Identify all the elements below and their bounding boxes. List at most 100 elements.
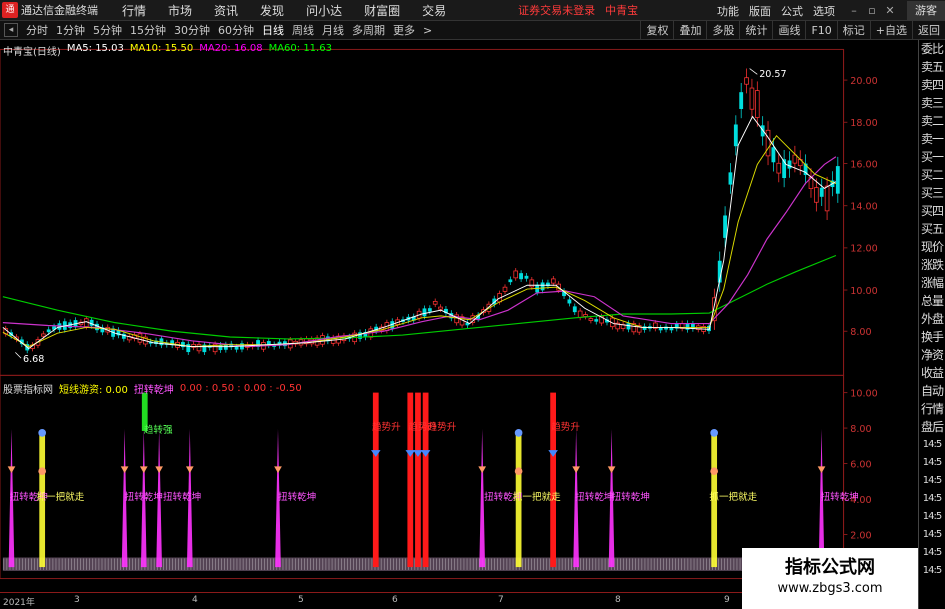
side-panel-item[interactable]: 行情: [919, 400, 945, 418]
back-button[interactable]: 返回: [912, 21, 945, 40]
price-tick-label: 16.00: [850, 159, 877, 170]
trade-time: 14:5: [922, 475, 942, 486]
side-panel-item[interactable]: 换手: [919, 328, 945, 346]
side-panel-item[interactable]: 盘后: [919, 418, 945, 436]
candle: [154, 337, 158, 347]
overlay-button[interactable]: 叠加: [673, 21, 706, 40]
side-panel-item[interactable]: 买四: [919, 202, 945, 220]
side-panel-item[interactable]: 买五: [919, 220, 945, 238]
menu-ask[interactable]: 问小达: [306, 2, 342, 19]
adjust-button[interactable]: 复权: [640, 21, 673, 40]
candle: [116, 327, 121, 339]
chart-canvas[interactable]: 20.00 18.00 16.00 14.00 12.00 10.00 8.00 10.00…: [0, 40, 880, 588]
ma-legend: 中青宝(日线) MA5: 15.03 MA10: 15.50 MA20: 16.…: [3, 43, 332, 58]
guest-button[interactable]: 游客: [907, 1, 945, 20]
f10-button[interactable]: F10: [805, 21, 836, 40]
candle: [808, 168, 814, 198]
menu-market[interactable]: 市场: [168, 2, 192, 19]
candle: [664, 323, 668, 333]
side-panel-item[interactable]: 卖五: [919, 58, 945, 76]
candle: [594, 316, 599, 325]
candle: [363, 329, 368, 341]
chevron-right-icon[interactable]: >: [423, 24, 432, 37]
candle: [744, 68, 749, 94]
ma60-line: [2, 254, 837, 340]
side-panel-item[interactable]: 收益: [919, 364, 945, 382]
nav-left-icon[interactable]: ◂: [4, 23, 18, 37]
tf-30min[interactable]: 30分钟: [174, 22, 210, 38]
grab-dot-icon: [710, 467, 718, 476]
signal-label: 扭转乾坤: [575, 491, 613, 503]
menu-layout[interactable]: 版面: [749, 3, 771, 19]
menu-options[interactable]: 选项: [813, 3, 835, 19]
add-watchlist-button[interactable]: +自选: [869, 21, 912, 40]
ma20-legend: MA20: 16.08: [199, 43, 263, 54]
restore-icon[interactable]: ▫: [863, 3, 881, 19]
twist-marker-icon: [139, 466, 148, 474]
candle: [502, 284, 508, 295]
candle: [615, 320, 621, 332]
minimize-icon[interactable]: –: [845, 3, 863, 19]
price-panel-border: [0, 48, 845, 376]
login-warning[interactable]: 证券交易未登录: [518, 2, 595, 18]
candle: [411, 313, 416, 324]
tf-timeshare[interactable]: 分时: [26, 22, 48, 38]
side-panel-item[interactable]: 自动: [919, 382, 945, 400]
menu-formula[interactable]: 公式: [781, 3, 803, 19]
trade-time: 14:5: [922, 493, 942, 504]
menu-news[interactable]: 资讯: [214, 2, 238, 19]
close-icon[interactable]: ✕: [881, 3, 899, 19]
side-panel-item[interactable]: 卖三: [919, 94, 945, 112]
side-panel-item[interactable]: 买二: [919, 166, 945, 184]
side-panel-item[interactable]: 委比: [919, 40, 945, 58]
trade-time: 14:5: [922, 457, 942, 468]
title-bar: 通 通达信金融终端 行情 市场 资讯 发现 问小达 财富圈 交易 证券交易未登录…: [0, 0, 945, 21]
menu-discover[interactable]: 发现: [260, 2, 284, 19]
stats-button[interactable]: 统计: [739, 21, 772, 40]
menu-trade[interactable]: 交易: [422, 2, 446, 19]
x-label: 4: [192, 595, 198, 605]
tf-1min[interactable]: 1分钟: [56, 22, 85, 38]
side-panel-item[interactable]: 买一: [919, 148, 945, 166]
candle: [551, 276, 556, 287]
signal-label: 趋转强: [144, 424, 173, 436]
side-panel-item[interactable]: 净资: [919, 346, 945, 364]
candle: [803, 154, 808, 185]
side-panel-item[interactable]: 外盘: [919, 310, 945, 328]
candle: [819, 178, 824, 207]
tf-weekly[interactable]: 周线: [292, 22, 314, 38]
candle: [754, 81, 760, 127]
candle: [223, 341, 228, 353]
menu-quotes[interactable]: 行情: [122, 2, 146, 19]
x-label: 3: [74, 595, 80, 605]
side-panel-item[interactable]: 涨幅: [919, 274, 945, 292]
candle: [256, 337, 260, 350]
tf-15min[interactable]: 15分钟: [130, 22, 166, 38]
mark-button[interactable]: 标记: [836, 21, 870, 40]
multi-stock-button[interactable]: 多股: [706, 21, 739, 40]
side-panel-item[interactable]: 卖四: [919, 76, 945, 94]
side-panel-item[interactable]: 现价: [919, 238, 945, 256]
side-panel-item[interactable]: 涨跌: [919, 256, 945, 274]
side-panel-item[interactable]: 买三: [919, 184, 945, 202]
candle: [631, 320, 637, 335]
tf-more[interactable]: 更多: [393, 22, 415, 38]
candle: [824, 176, 830, 221]
side-panel-item[interactable]: 总量: [919, 292, 945, 310]
tf-5min[interactable]: 5分钟: [93, 22, 122, 38]
short-term-value: 短线游资: 0.00: [59, 385, 128, 396]
twist-marker-icon: [274, 466, 282, 474]
app-title: 通达信金融终端: [21, 4, 98, 17]
side-panel-item[interactable]: 卖一: [919, 130, 945, 148]
tf-monthly[interactable]: 月线: [322, 22, 344, 38]
tf-daily[interactable]: 日线: [262, 22, 284, 38]
side-panel-item[interactable]: 卖二: [919, 112, 945, 130]
menu-wealth[interactable]: 财富圈: [364, 2, 400, 19]
candle: [529, 276, 535, 290]
signal-label: 趋势升: [428, 421, 457, 433]
tf-60min[interactable]: 60分钟: [218, 22, 254, 38]
candle: [690, 320, 695, 332]
tf-multi[interactable]: 多周期: [352, 22, 385, 38]
draw-button[interactable]: 画线: [772, 21, 805, 40]
menu-function[interactable]: 功能: [717, 3, 739, 19]
